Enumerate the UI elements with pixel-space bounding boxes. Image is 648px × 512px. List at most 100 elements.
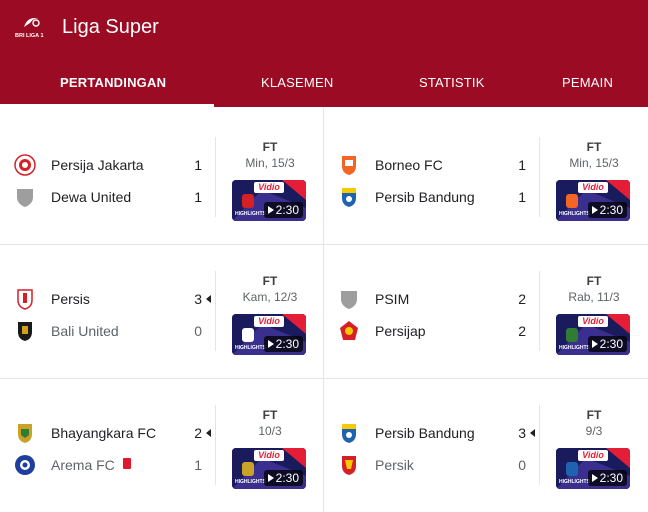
team-score: 2 [194,425,202,441]
tab-pemain[interactable]: PEMAIN [562,75,613,90]
away-team-row: Bali United 0 [0,320,214,342]
tab-klasemen[interactable]: KLASEMEN [261,75,333,90]
highlight-video-thumbnail[interactable]: Vidio HIGHLIGHTS 2:30 [232,314,306,355]
team-name: Borneo FC [375,157,443,173]
team-name: Bali United [51,323,119,339]
home-team-row: PSIM 2 [324,288,538,310]
video-duration: 2:30 [587,470,627,486]
team-score: 1 [194,457,202,473]
play-icon [591,206,598,214]
svg-text:BRI LIGA 1: BRI LIGA 1 [15,33,44,39]
video-duration: 2:30 [587,336,627,352]
highlights-label: HIGHLIGHTS [235,479,266,485]
match-status: FT [586,408,602,422]
team-name: Persib Bandung [375,189,475,205]
match-card[interactable]: Bhayangkara FC 2 Arema FC 1 FT 10/3 Vidi… [0,378,324,512]
play-icon [267,206,274,214]
highlight-video-thumbnail[interactable]: Vidio HIGHLIGHTS 2:30 [556,314,630,355]
team-badge-icon [242,194,254,208]
team-score: 3 [194,291,202,307]
match-status: FT [586,274,602,288]
highlights-label: HIGHLIGHTS [235,211,266,217]
match-status: FT [262,408,278,422]
team-badge-icon [566,462,578,476]
generic-shield-icon [338,288,360,310]
match-date: Kam, 12/3 [242,290,298,304]
home-team-row: Borneo FC 1 [324,154,538,176]
match-card[interactable]: Borneo FC 1 Persib Bandung 1 FT Min, 15/… [324,110,648,244]
highlights-label: HIGHLIGHTS [235,345,266,351]
winner-indicator-icon [530,429,535,437]
persib-crest-icon [338,422,360,444]
highlight-video-thumbnail[interactable]: Vidio HIGHLIGHTS 2:30 [232,180,306,221]
app-header: BRI LIGA 1 Liga Super PERTANDINGAN KLASE… [0,0,648,107]
team-score: 0 [194,323,202,339]
video-duration: 2:30 [263,202,303,218]
highlight-video-thumbnail[interactable]: Vidio HIGHLIGHTS 2:30 [556,448,630,489]
team-badge-icon [242,462,254,476]
video-duration: 2:30 [587,202,627,218]
team-name: Bhayangkara FC [51,425,157,441]
team-name: Persija Jakarta [51,157,144,173]
vidio-logo: Vidio [578,182,608,193]
vidio-logo: Vidio [254,450,284,461]
home-team-row: Persib Bandung 3 [324,422,538,444]
team-score: 3 [518,425,526,441]
play-icon [267,340,274,348]
match-date: Min, 15/3 [569,156,619,170]
team-name: Persik [375,457,414,473]
team-name: Persib Bandung [375,425,475,441]
vidio-logo: Vidio [578,450,608,461]
team-name: Persis [51,291,90,307]
persis-crest-icon [14,288,36,310]
generic-shield-icon [14,186,36,208]
away-team-row: Dewa United 1 [0,186,214,208]
team-score: 1 [194,157,202,173]
vidio-logo: Vidio [578,316,608,327]
home-team-row: Bhayangkara FC 2 [0,422,214,444]
persib-crest-icon [338,186,360,208]
persijap-crest-icon [338,320,360,342]
bali-united-crest-icon [14,320,36,342]
league-logo: BRI LIGA 1 [14,13,50,41]
match-card[interactable]: Persib Bandung 3 Persik 0 FT 9/3 Vidio H… [324,378,648,512]
team-score: 1 [518,189,526,205]
team-name: Arema FC [51,457,115,473]
team-score: 2 [518,323,526,339]
red-card-icon [123,458,131,469]
tab-statistik[interactable]: STATISTIK [419,75,485,90]
match-card[interactable]: Persija Jakarta 1 Dewa United 1 FT Min, … [0,110,324,244]
tab-pertandingan[interactable]: PERTANDINGAN [60,75,166,90]
team-name: PSIM [375,291,410,307]
highlights-label: HIGHLIGHTS [559,479,590,485]
active-tab-indicator [0,104,214,107]
team-score: 1 [194,189,202,205]
team-name: Persijap [375,323,426,339]
highlight-video-thumbnail[interactable]: Vidio HIGHLIGHTS 2:30 [556,180,630,221]
match-date: Rab, 11/3 [568,290,620,304]
play-icon [591,474,598,482]
away-team-row: Persib Bandung 1 [324,186,538,208]
bhayangkara-crest-icon [14,422,36,444]
play-icon [591,340,598,348]
highlights-label: HIGHLIGHTS [559,345,590,351]
play-icon [267,474,274,482]
match-card[interactable]: Persis 3 Bali United 0 FT Kam, 12/3 Vidi… [0,244,324,378]
match-date: Min, 15/3 [245,156,295,170]
match-status: FT [586,140,602,154]
team-badge-icon [566,328,578,342]
team-badge-icon [242,328,254,342]
vidio-logo: Vidio [254,182,284,193]
away-team-row: Arema FC 1 [0,454,214,475]
home-team-row: Persija Jakarta 1 [0,154,214,176]
team-score: 1 [518,157,526,173]
match-date: 10/3 [258,424,282,438]
persija-crest-icon [14,154,36,176]
borneo-crest-icon [338,154,360,176]
away-team-row: Persijap 2 [324,320,538,340]
highlight-video-thumbnail[interactable]: Vidio HIGHLIGHTS 2:30 [232,448,306,489]
video-duration: 2:30 [263,470,303,486]
vidio-logo: Vidio [254,316,284,327]
match-card[interactable]: PSIM 2 Persijap 2 FT Rab, 11/3 Vidio HIG… [324,244,648,378]
home-team-row: Persis 3 [0,288,214,310]
